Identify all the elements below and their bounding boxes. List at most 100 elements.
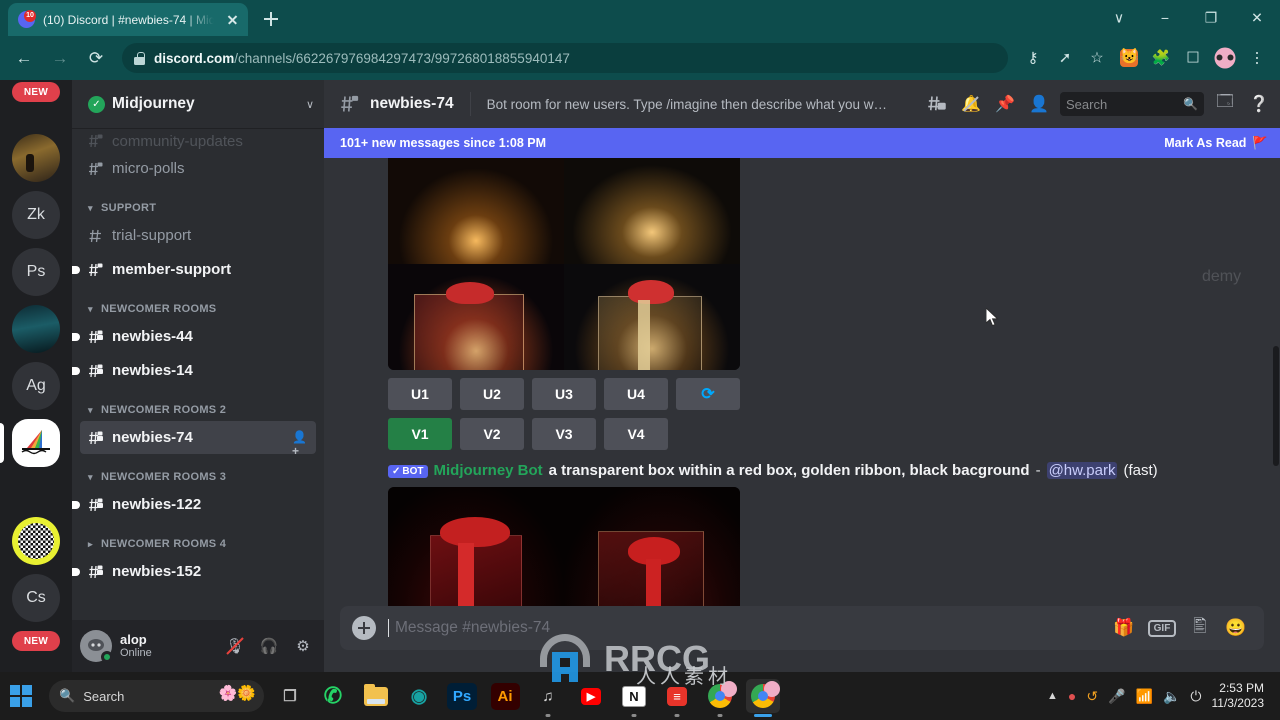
taskbar-whatsapp[interactable]: ✆ — [316, 679, 350, 713]
v4-button[interactable]: V4 — [604, 418, 668, 450]
battery-icon[interactable]: ⏻ — [1190, 688, 1201, 705]
inbox-icon[interactable]: 🗔 — [1212, 91, 1238, 117]
midjourney-image-grid-2[interactable] — [388, 487, 740, 606]
rail-server-dark[interactable] — [12, 305, 60, 353]
taskbar-file-explorer[interactable] — [359, 679, 393, 713]
sidebar-channel-newbies-122[interactable]: newbies-122 — [72, 488, 316, 521]
puzzle-icon[interactable]: 🧩 — [1146, 43, 1176, 73]
v1-button[interactable]: V1 — [388, 418, 452, 450]
forward-button[interactable]: → — [44, 42, 76, 74]
sidebar-channel-newbies-44[interactable]: newbies-44 — [72, 320, 316, 353]
show-hidden-icons[interactable]: ▲ — [1047, 690, 1058, 702]
mic-icon[interactable]: 🎤 — [1108, 688, 1125, 705]
avatar[interactable] — [80, 630, 113, 663]
gift-icon[interactable]: 🎁 — [1112, 616, 1136, 640]
fox-extension-icon[interactable]: 😺 — [1114, 43, 1144, 73]
new-tab-button[interactable] — [258, 6, 284, 32]
scrollbar-thumb[interactable] — [1273, 346, 1279, 466]
tab-search-button[interactable]: ∨ — [1096, 0, 1142, 36]
taskbar-chrome-2[interactable] — [746, 679, 780, 717]
reload-button[interactable]: ⟳ — [80, 42, 112, 74]
category-newcomer-rooms-2[interactable]: ▾ NEWCOMER ROOMS 2 — [72, 388, 324, 420]
deafen-headset-icon[interactable]: 🎧 — [256, 633, 282, 659]
kebab-menu-icon[interactable]: ⋮ — [1242, 43, 1272, 73]
category-newcomer-rooms[interactable]: ▾ NEWCOMER ROOMS — [72, 287, 324, 319]
sync-icon[interactable]: ↺ — [1086, 688, 1098, 705]
volume-icon[interactable]: 🔈 — [1163, 688, 1180, 705]
message-composer[interactable]: Message #newbies-74 🎁 GIF 🖺 😀 — [340, 606, 1264, 650]
sidebar-channel-trial-support[interactable]: trial-support — [80, 219, 316, 252]
sidebar-channel-newbies-74[interactable]: newbies-74 👤+ — [80, 421, 316, 458]
pin-icon[interactable]: 📌 — [992, 91, 1018, 117]
taskbar-clock[interactable]: 2:53 PM 11/3/2023 — [1212, 681, 1265, 711]
grid2-image-2[interactable] — [564, 487, 740, 606]
rail-server-gold[interactable] — [12, 134, 60, 182]
gif-icon[interactable]: GIF — [1148, 619, 1176, 637]
create-invite-icon[interactable]: 👤+ — [292, 430, 308, 458]
reroll-button[interactable]: ⟳ — [676, 378, 740, 410]
notification-mute-icon[interactable]: 🔔 — [958, 91, 984, 117]
u1-button[interactable]: U1 — [388, 378, 452, 410]
v3-button[interactable]: V3 — [532, 418, 596, 450]
user-settings-gear-icon[interactable]: ⚙ — [290, 633, 316, 659]
mark-as-read-button[interactable]: Mark As Read 🚩 — [1164, 136, 1268, 151]
threads-icon[interactable] — [924, 91, 950, 117]
password-key-icon[interactable]: ⚷ — [1018, 43, 1048, 73]
u3-button[interactable]: U3 — [532, 378, 596, 410]
search-input[interactable]: 🔍 — [1060, 92, 1204, 116]
attach-plus-icon[interactable] — [352, 616, 376, 640]
record-icon[interactable]: ● — [1068, 688, 1076, 704]
sidebar-channel-newbies-152[interactable]: newbies-152 — [72, 555, 316, 588]
start-button[interactable] — [10, 685, 32, 707]
taskbar-illustrator[interactable]: Ai — [488, 679, 522, 713]
taskbar-search[interactable]: 🔍 Search 🌸🌼 — [49, 680, 264, 712]
user-mention[interactable]: @hw.park — [1046, 462, 1118, 479]
back-button[interactable]: ← — [8, 42, 40, 74]
rail-server-ps[interactable]: Ps — [12, 248, 60, 296]
category-support[interactable]: ▾ SUPPORT — [72, 186, 324, 218]
category-newcomer-rooms-4[interactable]: ▸ NEWCOMER ROOMS 4 — [72, 522, 324, 554]
user-meta[interactable]: alop Online — [120, 632, 214, 660]
profile-avatar[interactable] — [1210, 43, 1240, 73]
taskbar-camera-app[interactable]: ◉ — [402, 679, 436, 713]
taskbar-photoshop[interactable]: Ps — [445, 679, 479, 713]
grid-image-4[interactable] — [564, 264, 740, 370]
grid-image-2[interactable] — [564, 158, 740, 264]
sidebar-channel-newbies-14[interactable]: newbies-14 — [72, 354, 316, 387]
rail-server-zk[interactable]: Zk — [12, 191, 60, 239]
search-field[interactable] — [1066, 96, 1184, 112]
sidepanel-icon[interactable]: ☐ — [1178, 43, 1208, 73]
v2-button[interactable]: V2 — [460, 418, 524, 450]
rail-server-ag[interactable]: Ag — [12, 362, 60, 410]
u2-button[interactable]: U2 — [460, 378, 524, 410]
message-input[interactable]: Message #newbies-74 — [388, 619, 1100, 637]
grid-image-1[interactable] — [388, 158, 564, 264]
members-icon[interactable]: 👤 — [1026, 91, 1052, 117]
minimize-button[interactable]: − — [1142, 0, 1188, 36]
rail-server-check[interactable] — [12, 517, 60, 565]
rail-server-cs[interactable]: Cs — [12, 574, 60, 622]
midjourney-image-grid-1[interactable] — [388, 158, 740, 370]
mute-mic-icon[interactable]: 🎙 — [222, 633, 248, 659]
help-icon[interactable]: ❔ — [1246, 91, 1272, 117]
grid-image-3[interactable] — [388, 264, 564, 370]
share-icon[interactable]: ➚ — [1050, 43, 1080, 73]
close-tab-icon[interactable] — [222, 10, 242, 30]
rail-new-badge-top[interactable]: NEW — [12, 82, 60, 130]
message-list[interactable]: U1 U2 U3 U4 ⟳ V1 V2 V3 V4 ✓ BOT Midjourn… — [324, 158, 1280, 606]
close-window-button[interactable]: ✕ — [1234, 0, 1280, 36]
grid2-image-1[interactable] — [388, 487, 564, 606]
star-icon[interactable]: ☆ — [1082, 43, 1112, 73]
emoji-icon[interactable]: 😀 — [1224, 616, 1248, 640]
rail-server-midjourney[interactable] — [0, 419, 60, 467]
rail-new-badge-bottom[interactable]: NEW — [12, 631, 60, 672]
u4-button[interactable]: U4 — [604, 378, 668, 410]
category-newcomer-rooms-3[interactable]: ▾ NEWCOMER ROOMS 3 — [72, 455, 324, 487]
guild-header[interactable]: ✓ Midjourney ∨ — [72, 80, 324, 128]
sticker-icon[interactable]: 🖺 — [1188, 616, 1212, 640]
taskbar-task-view[interactable]: ❐ — [273, 679, 307, 713]
sidebar-channel-micro-polls[interactable]: micro-polls — [80, 152, 316, 185]
sidebar-channel-member-support[interactable]: member-support — [72, 253, 316, 286]
chat-scrollbar[interactable] — [1272, 236, 1280, 606]
maximize-button[interactable]: ❐ — [1188, 0, 1234, 36]
